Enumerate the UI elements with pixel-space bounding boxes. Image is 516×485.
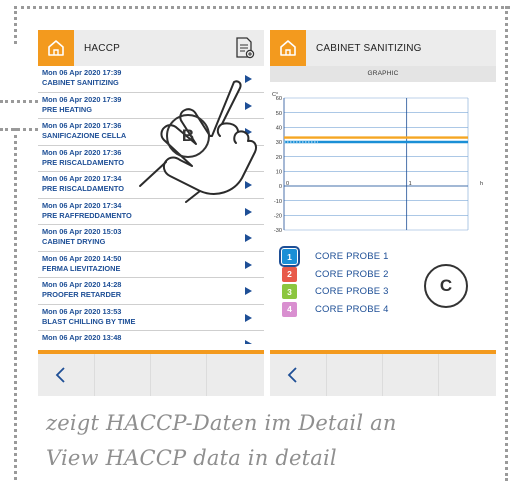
probe-label: CORE PROBE 1	[315, 251, 389, 263]
home-button[interactable]	[38, 30, 74, 66]
footer-divider	[382, 354, 383, 396]
y-tick-label: 50	[276, 111, 282, 117]
frame-border-right	[505, 6, 508, 481]
footer-divider	[150, 354, 151, 396]
record-date: Mon 06 Apr 2020 13:48	[42, 333, 122, 342]
probe-label: CORE PROBE 2	[315, 268, 389, 280]
y-tick-label: 10	[276, 170, 282, 176]
haccp-record-item[interactable]: Mon 06 Apr 2020 15:03 CABINET DRYING	[38, 225, 264, 252]
y-unit-label: C°	[272, 92, 278, 98]
record-date: Mon 06 Apr 2020 17:39	[42, 68, 122, 77]
footer-bar	[270, 354, 496, 396]
home-icon	[280, 40, 296, 56]
home-icon	[48, 40, 64, 56]
tab-graphic[interactable]: GRAPHIC	[270, 66, 496, 82]
probe-label: CORE PROBE 4	[315, 303, 389, 315]
haccp-record-item[interactable]: Mon 06 Apr 2020 14:28 PROOFER RETARDER	[38, 278, 264, 305]
footer-divider	[94, 354, 95, 396]
home-button[interactable]	[270, 30, 306, 66]
play-arrow-icon	[245, 260, 252, 269]
y-tick-label: 0	[279, 184, 282, 190]
back-button[interactable]	[46, 360, 76, 390]
cycle-graphic-screen: CABINET SANITIZING GRAPHIC 60 50 40 30 20 10 0…	[270, 30, 496, 396]
chevron-left-icon	[55, 367, 65, 383]
caption-english: View HACCP data in detail	[46, 446, 337, 470]
probe-legend-item[interactable]: 1 CORE PROBE 1	[279, 246, 482, 268]
export-button[interactable]	[234, 36, 256, 60]
record-name: CABINET DRYING	[42, 237, 106, 246]
haccp-record-item[interactable]: Mon 06 Apr 2020 13:53 BLAST CHILLING BY T…	[38, 305, 264, 331]
footer-bar	[38, 354, 264, 396]
probe-number-badge: 3	[282, 284, 297, 300]
frame-border-left-lower	[14, 128, 17, 480]
y-tick-label: 40	[276, 126, 282, 132]
back-button[interactable]	[278, 360, 308, 390]
callout-badge-b: B	[166, 114, 210, 158]
temperature-chart: 6050403020100-10-20-300 1C°h	[272, 92, 483, 234]
record-name: BLAST CHILLING BY TIME	[42, 316, 136, 326]
record-name: FERMA LIEVITAZIONE	[42, 263, 121, 273]
haccp-header: HACCP	[38, 30, 264, 66]
footer-divider	[326, 354, 327, 396]
play-arrow-icon	[245, 340, 252, 344]
footer-divider	[438, 354, 439, 396]
play-arrow-icon	[245, 207, 252, 216]
y-tick-label: 30	[276, 140, 282, 146]
probe-label: CORE PROBE 3	[315, 286, 389, 298]
y-tick-label: -30	[274, 228, 282, 234]
record-date: Mon 06 Apr 2020 13:53	[42, 306, 122, 316]
probe-number-badge: 4	[282, 301, 297, 317]
record-date: Mon 06 Apr 2020 14:50	[42, 253, 122, 263]
play-arrow-icon	[245, 313, 252, 322]
frame-border-top	[14, 6, 510, 9]
y-tick-label: -10	[274, 199, 282, 205]
chevron-left-icon	[287, 367, 297, 383]
y-tick-label: -20	[274, 214, 282, 220]
frame-border-left-upper	[14, 6, 17, 44]
export-document-icon	[236, 37, 255, 59]
page-title: HACCP	[84, 42, 121, 54]
record-date: Mon 06 Apr 2020 15:03	[42, 227, 122, 236]
frame-connector-upper	[0, 100, 38, 103]
haccp-record-item[interactable]: Mon 06 Apr 2020 13:48ICE CREAM HARDENING	[38, 331, 264, 344]
y-tick-label: 20	[276, 155, 282, 161]
play-arrow-icon	[245, 287, 252, 295]
record-name: PRE RAFFREDDAMENTO	[42, 210, 132, 220]
play-arrow-icon	[245, 234, 252, 242]
x-unit-label: h	[480, 181, 483, 187]
caption-german: zeigt HACCP-Daten im Detail an	[46, 411, 397, 435]
haccp-record-item[interactable]: Mon 06 Apr 2020 14:50 FERMA LIEVITAZIONE	[38, 252, 264, 278]
record-name: ICE CREAM HARDENING	[42, 343, 264, 344]
frame-connector-lower	[0, 128, 38, 131]
probe-number-badge: 2	[282, 266, 297, 282]
record-name: PROOFER RETARDER	[42, 290, 122, 299]
record-date: Mon 06 Apr 2020 14:28	[42, 280, 122, 289]
probe-number-badge: 1	[279, 246, 300, 268]
callout-badge-c: C	[424, 264, 468, 308]
page-title: CABINET SANITIZING	[316, 42, 422, 54]
graphic-header: CABINET SANITIZING	[270, 30, 496, 66]
footer-divider	[206, 354, 207, 396]
